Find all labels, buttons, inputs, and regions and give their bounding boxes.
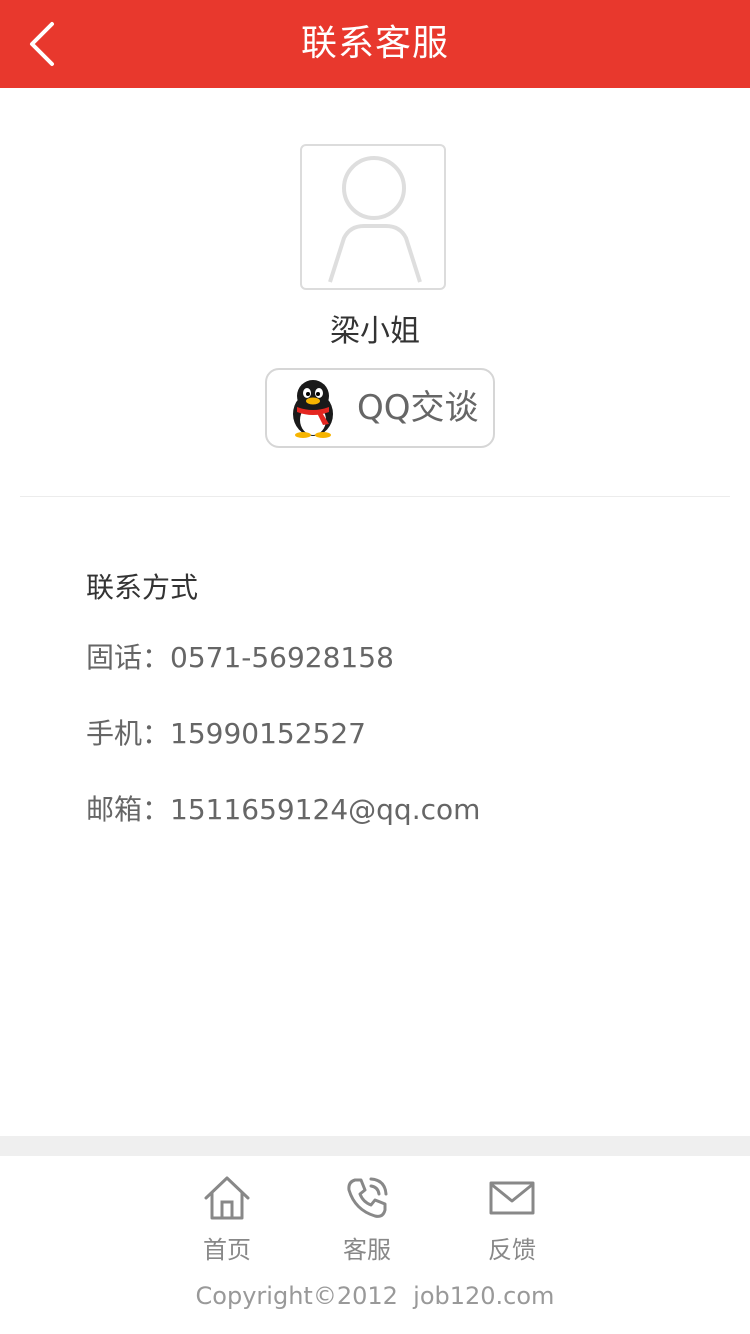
nav-feedback[interactable]: 反馈 bbox=[462, 1174, 562, 1266]
contact-email: 邮箱：1511659124@qq.com bbox=[86, 793, 481, 826]
avatar bbox=[300, 144, 446, 290]
nav-home[interactable]: 首页 bbox=[177, 1174, 277, 1266]
footer-nav: 首页 客服 反馈 Copyright©2012 job120.com bbox=[0, 1156, 750, 1334]
nav-service-label: 客服 bbox=[343, 1236, 391, 1264]
contact-phone: 固话：0571-56928158 bbox=[86, 641, 394, 674]
divider bbox=[20, 496, 730, 497]
nav-service[interactable]: 客服 bbox=[317, 1174, 417, 1266]
qq-penguin-icon bbox=[293, 380, 333, 438]
page-title: 联系客服 bbox=[300, 23, 449, 64]
contact-mobile: 手机：15990152527 bbox=[86, 717, 366, 750]
qq-chat-button[interactable]: QQ交谈 bbox=[265, 368, 495, 448]
mail-icon bbox=[489, 1181, 535, 1215]
phone-icon bbox=[347, 1177, 388, 1218]
footer-separator bbox=[0, 1136, 750, 1156]
nav-home-label: 首页 bbox=[203, 1236, 251, 1264]
service-name: 梁小姐 bbox=[330, 314, 420, 349]
nav-feedback-label: 反馈 bbox=[488, 1236, 536, 1264]
contact-heading: 联系方式 bbox=[86, 571, 199, 604]
copyright-text: Copyright©2012 job120.com bbox=[195, 1282, 555, 1310]
qq-chat-label: QQ交谈 bbox=[357, 388, 479, 428]
header-bar: 联系客服 bbox=[0, 0, 750, 88]
home-icon bbox=[204, 1176, 250, 1220]
user-placeholder-icon bbox=[328, 156, 422, 283]
